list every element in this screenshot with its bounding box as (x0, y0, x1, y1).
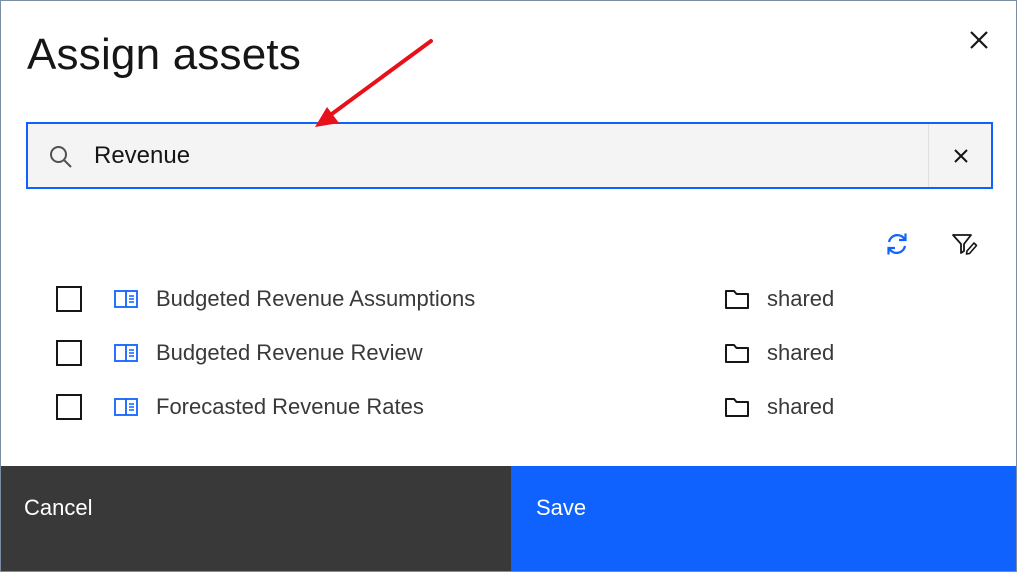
asset-row[interactable]: Budgeted Revenue Assumptions shared (1, 284, 1016, 324)
asset-location: shared (767, 394, 835, 419)
asset-row[interactable]: Forecasted Revenue Rates shared (1, 392, 1016, 432)
cancel-button[interactable]: Cancel (1, 466, 511, 571)
asset-checkbox[interactable] (56, 340, 82, 366)
assign-assets-dialog: Assign assets Revenue Budgeted Revenue A… (0, 0, 1017, 572)
refresh-button[interactable] (882, 229, 912, 259)
asset-location: shared (767, 340, 835, 365)
close-icon (953, 148, 968, 163)
asset-name[interactable]: Forecasted Revenue Rates (156, 394, 424, 420)
dialog-footer: Cancel Save (1, 466, 1016, 571)
asset-name[interactable]: Budgeted Revenue Assumptions (156, 286, 475, 312)
folder-icon (725, 398, 749, 417)
filter-button[interactable] (949, 229, 979, 259)
search-icon (50, 146, 72, 168)
search-field[interactable] (26, 122, 993, 189)
dialog-title: Assign assets (27, 30, 302, 79)
asset-location: shared (767, 286, 835, 311)
save-button[interactable]: Save (511, 466, 1016, 571)
asset-name[interactable]: Budgeted Revenue Review (156, 340, 423, 366)
refresh-icon (887, 233, 907, 255)
book-icon (114, 344, 138, 362)
filter-edit-icon (952, 234, 978, 255)
asset-row[interactable]: Budgeted Revenue Review shared (1, 338, 1016, 378)
close-button[interactable] (965, 26, 993, 54)
book-icon (114, 398, 138, 416)
book-icon (114, 290, 138, 308)
folder-icon (725, 344, 749, 363)
clear-search-button[interactable] (928, 124, 992, 187)
search-input[interactable] (94, 134, 914, 178)
asset-checkbox[interactable] (56, 394, 82, 420)
close-icon (970, 31, 988, 49)
folder-icon (725, 290, 749, 309)
asset-checkbox[interactable] (56, 286, 82, 312)
